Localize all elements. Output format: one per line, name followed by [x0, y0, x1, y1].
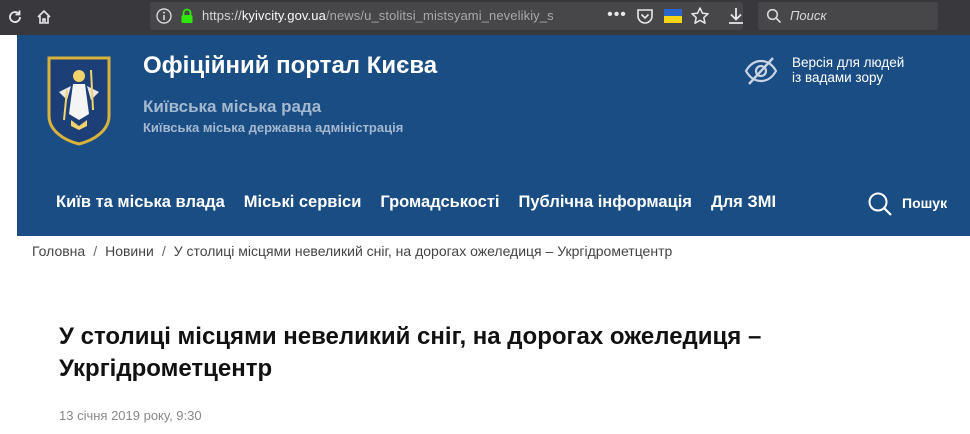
breadcrumb-separator: /: [161, 243, 166, 259]
nav-item-public[interactable]: Громадськості: [380, 193, 499, 212]
nav-search-button[interactable]: Пошук: [902, 195, 947, 211]
search-bar[interactable]: Поиск: [758, 2, 938, 30]
url-text[interactable]: https://kyivcity.gov.ua/news/u_stolitsi_…: [202, 8, 554, 23]
bookmark-star-icon[interactable]: [690, 6, 710, 26]
breadcrumb-news[interactable]: Новини: [105, 243, 154, 259]
breadcrumb: Головна / Новини / У столиці місцями невелик…: [32, 243, 672, 259]
search-icon[interactable]: [867, 191, 893, 217]
breadcrumb-home[interactable]: Головна: [32, 243, 85, 259]
browser-toolbar: https://kyivcity.gov.ua/news/u_stolitsi_…: [0, 0, 970, 35]
article-date: 13 січня 2019 року, 9:30: [59, 408, 202, 423]
flag-icon: [664, 9, 682, 23]
url-host: kyivcity.gov.ua: [241, 8, 326, 23]
pocket-icon[interactable]: [636, 7, 654, 25]
site-header: Офіційний портал Києва Київська міська р…: [17, 35, 970, 236]
breadcrumb-current: У столиці місцями невеликий сніг, на дор…: [173, 243, 673, 259]
site-subtitle-council: Київська міська рада: [143, 97, 322, 116]
search-placeholder: Поиск: [790, 8, 827, 23]
nav-item-kyiv-and-city-government[interactable]: Київ та міська влада: [56, 193, 225, 212]
download-icon[interactable]: [725, 5, 747, 27]
url-bar[interactable]: https://kyivcity.gov.ua/news/u_stolitsi_…: [150, 2, 743, 30]
lock-icon[interactable]: [180, 8, 194, 24]
site-title[interactable]: Офіційний портал Києва: [143, 52, 437, 80]
nav-item-public-information[interactable]: Публічна інформація: [519, 193, 692, 212]
search-icon: [766, 8, 782, 24]
nav-item-for-media[interactable]: Для ЗМІ: [711, 193, 776, 212]
reload-icon[interactable]: [2, 4, 28, 30]
accessibility-version-link[interactable]: Версія для людей із вадами зору: [792, 55, 904, 85]
accessibility-line-2: із вадами зору: [792, 70, 884, 85]
site-subtitle-administration: Київська міська державна адміністрація: [143, 120, 404, 135]
home-icon[interactable]: [31, 4, 57, 30]
url-path: /news/u_stolitsi_mistsyami_nevelikiy_s: [325, 8, 554, 23]
eye-slash-icon[interactable]: [743, 55, 779, 87]
breadcrumb-separator: /: [93, 243, 98, 259]
info-icon[interactable]: [156, 8, 172, 24]
kyiv-coat-of-arms-logo[interactable]: [47, 56, 111, 146]
page-actions-icon[interactable]: •••: [606, 5, 628, 27]
main-nav: Київ та міська влада Міські сервіси Гром…: [56, 193, 776, 212]
article-title: У столиці місцями невеликий сніг, на дор…: [59, 323, 762, 382]
nav-item-city-services[interactable]: Міські сервіси: [244, 193, 362, 212]
accessibility-line-1: Версія для людей: [792, 55, 905, 70]
